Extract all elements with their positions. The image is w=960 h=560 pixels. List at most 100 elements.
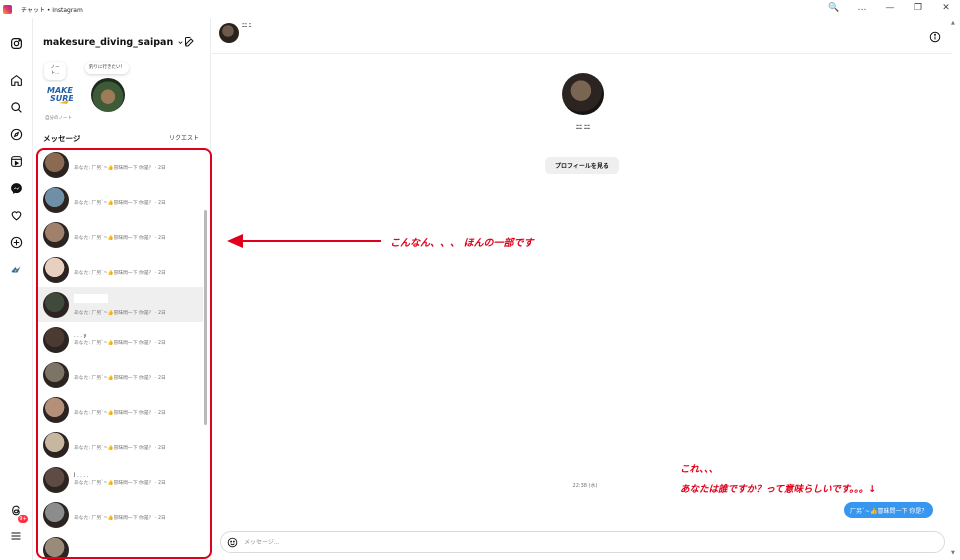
close-button[interactable]: ✕ [940, 3, 952, 13]
thread-avatar [43, 256, 69, 283]
profile-avatar-icon[interactable] [8, 261, 24, 277]
chat-header-name[interactable]: ﾆﾆ ﾆ [242, 22, 251, 29]
thread-row[interactable]: Ì . . . . あなた: 厂另ˋ~👍冒昧問一下 你是？ · 2日 [38, 462, 203, 497]
annotation-arrow-icon [227, 234, 381, 248]
friend-note-bubble[interactable]: 釣りに行きたい！ [85, 62, 129, 74]
thread-avatar [43, 501, 69, 528]
message-timestamp: 22:38 (水) [572, 483, 598, 489]
thread-preview: あなた: 厂另ˋ~👍冒昧問一下 你是？ · 2日 [74, 481, 166, 486]
thread-meta: あなた: 厂另ˋ~👍冒昧問一下 你是？ · 2日 [74, 263, 166, 276]
compose-icon[interactable] [184, 33, 196, 52]
thread-meta: あなた: 厂另ˋ~👍冒昧問一下 你是？ · 2日 [74, 368, 166, 381]
thread-row[interactable]: あなた: 厂另ˋ~👍冒昧問一下 你是？ · 2日 [38, 182, 203, 217]
thread-avatar [43, 396, 69, 423]
search-icon[interactable] [8, 99, 24, 115]
thread-avatar [43, 466, 69, 493]
window-titlebar: チャット • Instagram 🔍 … — ❐ ✕ [0, 0, 960, 18]
menu-icon[interactable] [8, 528, 24, 544]
message-composer [220, 531, 945, 553]
restore-button[interactable]: ❐ [912, 3, 924, 13]
thread-preview: あなた: 厂另ˋ~👍冒昧問一下 你是？ · 2日 [74, 271, 166, 276]
thread-row[interactable]: あなた: 厂另ˋ~👍冒昧問一下 你是？ · 2日 [38, 427, 203, 462]
thread-avatar [43, 291, 69, 318]
redacted-name-block [74, 293, 108, 303]
svg-text:SURE: SURE [50, 94, 73, 103]
instagram-logo-icon[interactable] [8, 35, 24, 51]
sent-message-bubble[interactable]: 厂另ˋ~👍冒昧問一下 你是？ [844, 502, 934, 518]
emoji-icon[interactable] [227, 533, 238, 552]
instagram-app-icon [3, 4, 12, 14]
chat-header-avatar[interactable] [219, 23, 239, 43]
annotation-arrow-note: こんなん、、、 ほんの一部です [390, 238, 534, 249]
thread-meta: あなた: 厂另ˋ~👍冒昧問一下 你是？ · 2日 [74, 438, 166, 451]
thread-avatar [43, 431, 69, 458]
own-note-text: ノート... [50, 65, 60, 76]
zoom-icon[interactable]: 🔍 [828, 3, 840, 13]
reels-icon[interactable] [8, 153, 24, 169]
thread-avatar [43, 536, 69, 560]
create-icon[interactable] [8, 234, 24, 250]
thread-preview: あなた: 厂另ˋ~👍冒昧問一下 你是？ · 2日 [74, 411, 166, 416]
thread-preview: あなた: 厂另ˋ~👍冒昧問一下 你是？ · 2日 [74, 166, 166, 171]
thread-avatar [43, 361, 69, 388]
requests-link[interactable]: リクエスト [169, 133, 199, 142]
thread-meta: あなた: 厂另ˋ~👍冒昧問一下 你是？ · 2日 [74, 403, 166, 416]
home-icon[interactable] [8, 72, 24, 88]
chat-profile-name: ﾆﾆ ﾆﾆ [575, 124, 591, 131]
notification-badge: 9+ [18, 515, 28, 523]
page-scroll-up-icon[interactable]: ▲ [951, 20, 955, 26]
messenger-icon[interactable] [8, 180, 24, 196]
heart-icon[interactable] [8, 207, 24, 223]
thread-preview: あなた: 厂另ˋ~👍冒昧問一下 你是？ · 2日 [74, 446, 166, 451]
thread-meta: あなた: 厂另ˋ~👍冒昧問一下 你是？ · 2日 [74, 228, 166, 241]
account-switcher[interactable]: makesure_diving_saipan [43, 37, 184, 48]
thread-meta: あなた: 厂另ˋ~👍冒昧問一下 你是？ · 2日 [74, 293, 166, 316]
thread-meta: あなた: 厂另ˋ~👍冒昧問一下 你是？ · 2日 [74, 158, 166, 171]
annotation-line-1: これ、、、 [680, 464, 719, 475]
own-note-bubble[interactable]: ノート... [44, 62, 66, 80]
thread-row[interactable]: あなた: 厂另ˋ~👍冒昧問一下 你是？ · 2日 [38, 252, 203, 287]
thread-preview: あなた: 厂另ˋ~👍冒昧問一下 你是？ · 2日 [74, 201, 166, 206]
thread-preview: あなた: 厂另ˋ~👍冒昧問一下 你是？ · 2日 [74, 236, 166, 241]
messages-heading: メッセージ [43, 134, 81, 143]
thread-row[interactable]: あなた: 厂另ˋ~👍冒昧問一下 你是？ · 2日 [38, 497, 203, 532]
own-note-caption: 自分のノート [45, 116, 72, 121]
window-controls: 🔍 … — ❐ ✕ [828, 3, 952, 13]
thread-preview: あなた: 厂另ˋ~👍冒昧問一下 你是？ · 2日 [74, 341, 166, 346]
message-input[interactable] [244, 538, 844, 546]
annotation-line-2: あなたは誰ですか？って意味らしいです。。。↓ [680, 484, 877, 495]
own-note-avatar[interactable]: MAKE SURE [45, 82, 74, 108]
thread-row[interactable]: あなた: 厂另ˋ~👍冒昧問一下 你是？ · 2日 [38, 287, 203, 322]
thread-row[interactable]: あなた: 厂另ˋ~👍冒昧問一下 你是？ · 2日 [38, 392, 203, 427]
thread-row[interactable]: あなた: 厂另ˋ~👍冒昧問一下 你是？ · 2日 [38, 147, 203, 182]
inbox-panel: makesure_diving_saipan ノート... MAKE SURE 釣… [34, 18, 211, 560]
thread-preview: あなた: 厂另ˋ~👍冒昧問一下 你是？ · 2日 [74, 376, 166, 381]
thread-avatar [43, 326, 69, 353]
nav-rail: 9+ [0, 18, 33, 560]
thread-meta: あなた: 厂另ˋ~👍冒昧問一下 你是？ · 2日 [74, 193, 166, 206]
info-icon[interactable] [929, 28, 941, 47]
explore-icon[interactable] [8, 126, 24, 142]
thread-list: あなた: 厂另ˋ~👍冒昧問一下 你是？ · 2日 あなた: 厂另ˋ~👍冒昧問一下 … [38, 147, 203, 560]
thread-row[interactable] [38, 532, 203, 560]
more-options-icon[interactable]: … [856, 3, 868, 13]
thread-row[interactable]: あなた: 厂另ˋ~👍冒昧問一下 你是？ · 2日 [38, 357, 203, 392]
chat-profile-avatar[interactable] [562, 73, 604, 115]
page-scroll-down-icon[interactable]: ▼ [951, 550, 955, 556]
account-name: makesure_diving_saipan [43, 37, 174, 48]
thread-avatar [43, 186, 69, 213]
thread-row[interactable]: . . . y あなた: 厂另ˋ~👍冒昧問一下 你是？ · 2日 [38, 322, 203, 357]
thread-preview: あなた: 厂另ˋ~👍冒昧問一下 你是？ · 2日 [74, 310, 166, 316]
thread-meta: あなた: 厂另ˋ~👍冒昧問一下 你是？ · 2日 [74, 508, 166, 521]
window-title: チャット • Instagram [21, 6, 83, 14]
thread-avatar [43, 221, 69, 248]
thread-list-scrollbar[interactable] [204, 210, 207, 425]
view-profile-button[interactable]: プロフィールを見る [545, 157, 619, 174]
thread-meta: Ì . . . . あなた: 厂另ˋ~👍冒昧問一下 你是？ · 2日 [74, 473, 166, 486]
thread-avatar [43, 151, 69, 178]
thread-preview: あなた: 厂另ˋ~👍冒昧問一下 你是？ · 2日 [74, 516, 166, 521]
friend-note-avatar[interactable] [91, 78, 125, 112]
thread-row[interactable]: あなた: 厂另ˋ~👍冒昧問一下 你是？ · 2日 [38, 217, 203, 252]
thread-meta: . . . y あなた: 厂另ˋ~👍冒昧問一下 你是？ · 2日 [74, 333, 166, 346]
minimize-button[interactable]: — [884, 3, 896, 13]
